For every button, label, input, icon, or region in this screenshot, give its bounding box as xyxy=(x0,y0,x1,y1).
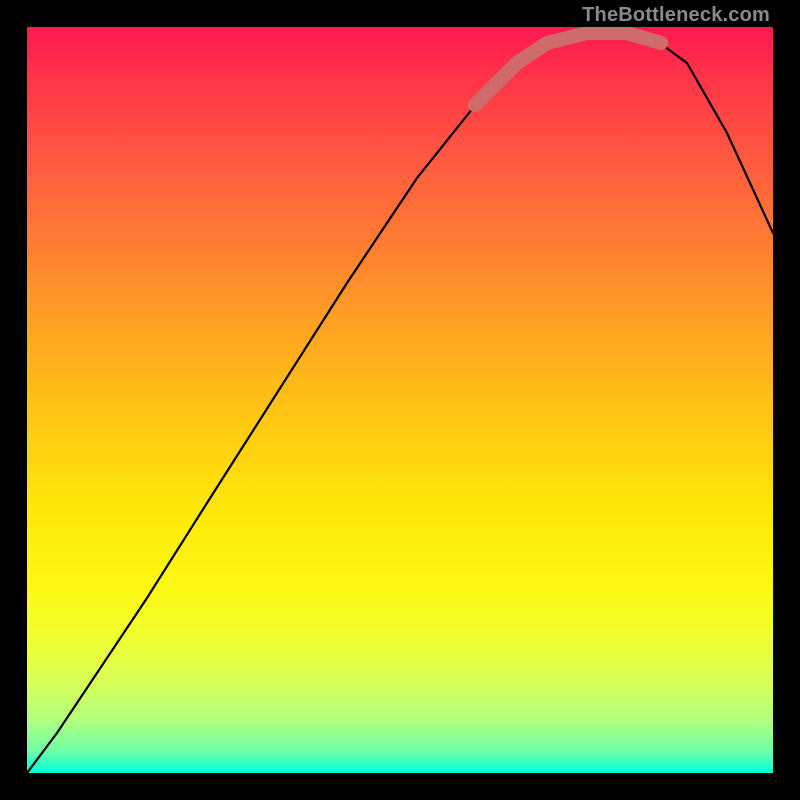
main-curve xyxy=(27,33,773,773)
watermark-text: TheBottleneck.com xyxy=(582,4,770,27)
chart-area xyxy=(27,27,773,773)
highlight-overlay xyxy=(475,33,661,105)
chart-svg xyxy=(27,27,773,773)
